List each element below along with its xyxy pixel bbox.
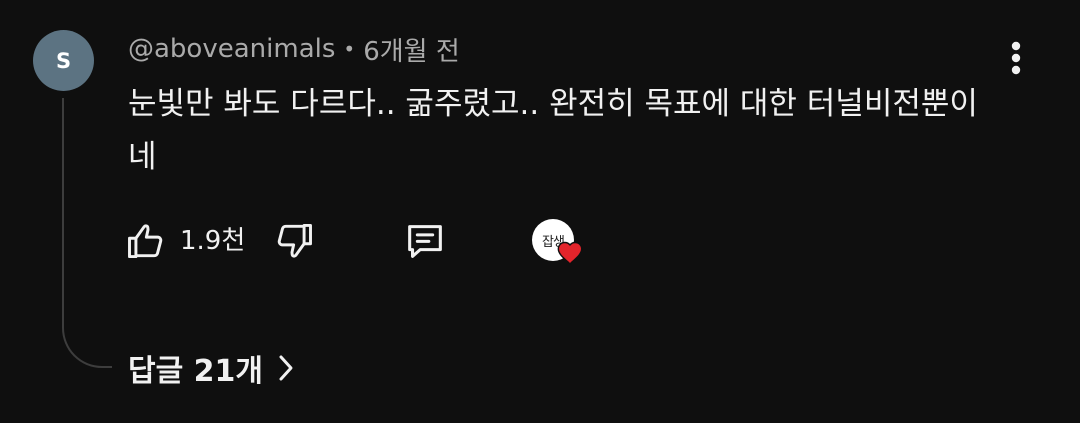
comment-icon: [408, 225, 442, 258]
comment-thread: S @aboveanimals • 6개월 전 눈빛만 봐도 다르다.. 굶주렸…: [0, 0, 1080, 423]
chevron-right-icon: [277, 354, 295, 382]
comment-meta: @aboveanimals • 6개월 전: [128, 30, 460, 68]
avatar-letter: S: [55, 48, 72, 73]
author-avatar[interactable]: S: [33, 30, 94, 91]
more-vert-icon: [1011, 41, 1021, 75]
meta-separator: •: [343, 37, 356, 61]
view-replies-button[interactable]: 답글 21개: [128, 343, 295, 393]
more-options-button[interactable]: [996, 38, 1036, 78]
replies-label: 답글 21개: [128, 354, 263, 389]
author-handle[interactable]: @aboveanimals: [128, 34, 335, 64]
comment-text: 눈빛만 봐도 다르다.. 굶주렸고.. 완전히 목표에 대한 터널비전뿐이네: [128, 86, 978, 175]
heart-icon: [557, 241, 583, 265]
thread-line: [62, 98, 112, 368]
dislike-button[interactable]: [272, 214, 316, 268]
like-count: 1.9천: [180, 226, 246, 256]
thumb-up-icon: [128, 224, 163, 259]
creator-heart-badge: 잡생: [532, 219, 583, 265]
like-button[interactable]: [124, 214, 168, 268]
comment-time: 6개월 전: [363, 36, 460, 67]
thumb-down-icon: [277, 223, 312, 258]
reply-button[interactable]: [402, 214, 448, 268]
comment-actions: 1.9천 잡생: [124, 214, 594, 268]
